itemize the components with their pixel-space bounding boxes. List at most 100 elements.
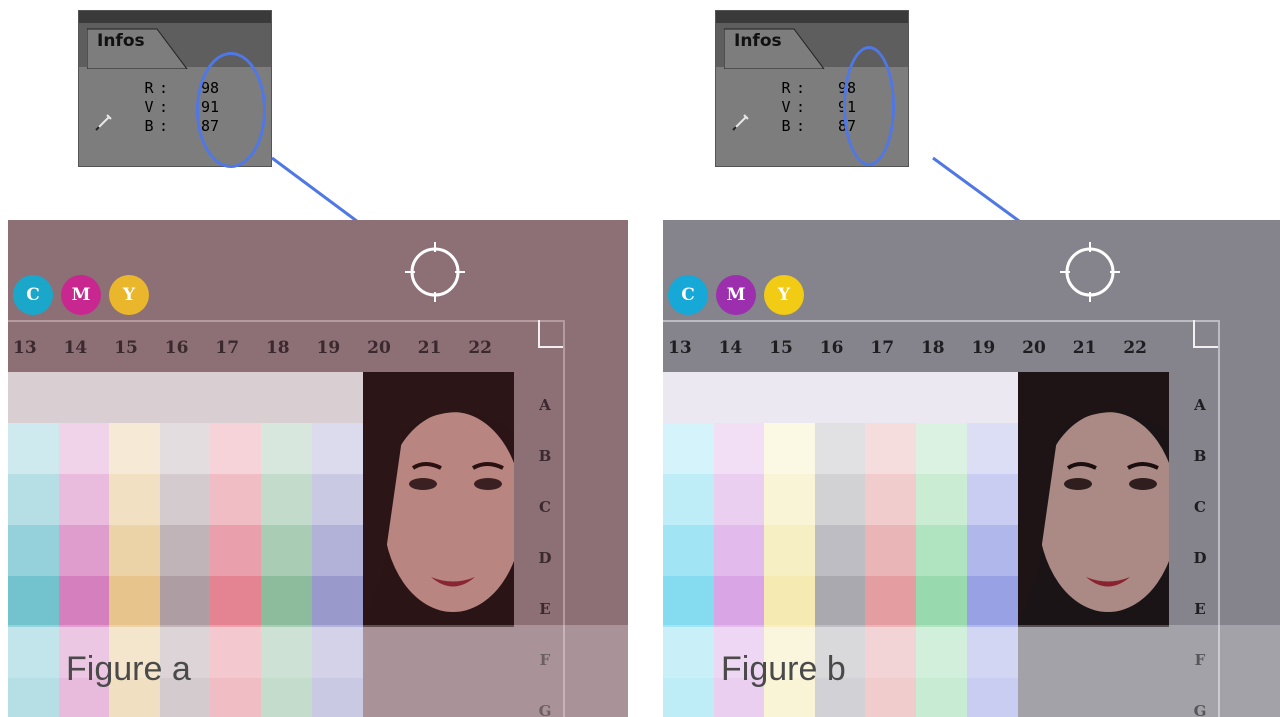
color-patch — [663, 474, 714, 525]
color-patch — [663, 372, 714, 423]
color-patch — [814, 576, 866, 627]
color-patch — [865, 423, 917, 474]
color-patch — [916, 576, 967, 627]
cmy-markers: C M Y — [13, 275, 149, 315]
color-patch — [210, 423, 262, 474]
color-patch — [663, 576, 714, 627]
chart-frame-top — [8, 320, 563, 322]
column-number: 19 — [316, 338, 341, 358]
color-patch — [916, 423, 967, 474]
row-letter: D — [1193, 549, 1207, 567]
color-patch — [764, 423, 816, 474]
cmy-markers: C M Y — [668, 275, 804, 315]
color-patch — [663, 525, 714, 576]
chart-frame-top — [663, 320, 1218, 322]
portrait-photo — [363, 372, 514, 627]
color-patch — [261, 423, 312, 474]
color-patch — [713, 525, 765, 576]
column-number: 21 — [417, 338, 442, 358]
color-patch — [311, 525, 363, 576]
column-number: 22 — [468, 338, 493, 358]
row-letter: C — [539, 498, 551, 516]
color-patch — [865, 474, 917, 525]
color-patch — [713, 372, 765, 423]
portrait-photo — [1018, 372, 1169, 627]
yellow-marker: Y — [764, 275, 804, 315]
color-patch — [159, 474, 211, 525]
figure-caption: Figure b — [721, 650, 846, 688]
color-patch — [764, 525, 816, 576]
column-number: 18 — [920, 338, 945, 358]
color-patch — [109, 525, 161, 576]
color-patch — [311, 423, 363, 474]
column-number: 22 — [1123, 338, 1148, 358]
column-numbers: 13 14 15 16 17 18 19 20 21 22 — [668, 338, 1174, 358]
color-patch — [210, 474, 262, 525]
color-patch — [966, 372, 1018, 423]
color-patch — [261, 576, 312, 627]
color-chart-photo: C M Y 13 14 15 16 17 18 19 20 21 22 A B … — [8, 220, 628, 717]
column-number: 13 — [13, 338, 37, 358]
crosshair-icon — [1060, 242, 1120, 302]
magenta-marker: M — [61, 275, 101, 315]
color-patch — [8, 474, 59, 525]
color-patch — [865, 525, 917, 576]
color-patch — [814, 423, 866, 474]
color-patch — [8, 423, 59, 474]
column-number: 17 — [215, 338, 240, 358]
row-letter: A — [539, 396, 551, 414]
color-patch — [966, 576, 1018, 627]
color-patch — [58, 372, 110, 423]
color-patch — [713, 474, 765, 525]
color-patch — [764, 474, 816, 525]
color-patch — [58, 576, 110, 627]
color-patch — [210, 372, 262, 423]
color-patch — [210, 576, 262, 627]
crosshair-icon — [405, 242, 465, 302]
color-patch — [966, 423, 1018, 474]
color-patch — [210, 525, 262, 576]
cyan-marker: C — [13, 275, 53, 315]
color-patch — [261, 525, 312, 576]
figure-panel-a: Infos R : 98 V : 91 B : 87 C M Y 13 14 1… — [0, 0, 640, 717]
color-patch — [109, 576, 161, 627]
color-patch — [8, 372, 59, 423]
column-number: 21 — [1072, 338, 1097, 358]
magenta-marker: M — [716, 275, 756, 315]
column-number: 20 — [367, 338, 391, 358]
color-patch — [311, 372, 363, 423]
row-letter: B — [1193, 447, 1207, 465]
column-number: 17 — [870, 338, 895, 358]
color-patch — [58, 423, 110, 474]
figure-caption: Figure a — [66, 650, 191, 688]
color-patch — [261, 372, 312, 423]
cyan-marker: C — [668, 275, 708, 315]
color-patch — [966, 525, 1018, 576]
color-patch — [814, 474, 866, 525]
column-number: 14 — [718, 338, 743, 358]
column-numbers: 13 14 15 16 17 18 19 20 21 22 — [13, 338, 519, 358]
column-number: 15 — [114, 338, 138, 358]
column-number: 19 — [971, 338, 996, 358]
color-patch — [109, 474, 161, 525]
color-patch — [311, 576, 363, 627]
column-number: 13 — [668, 338, 692, 358]
color-patch — [58, 474, 110, 525]
column-number: 16 — [164, 338, 189, 358]
color-patch — [311, 474, 363, 525]
color-patch — [865, 576, 917, 627]
corner-mark — [538, 320, 563, 348]
color-patch — [109, 423, 161, 474]
color-patch — [159, 423, 211, 474]
color-patch — [713, 576, 765, 627]
color-patch — [159, 372, 211, 423]
column-number: 14 — [63, 338, 88, 358]
row-letter: C — [1194, 498, 1206, 516]
color-patch — [713, 423, 765, 474]
color-patch — [764, 372, 816, 423]
color-patch — [159, 525, 211, 576]
color-patch — [764, 576, 816, 627]
color-patch — [261, 474, 312, 525]
color-patch — [109, 372, 161, 423]
column-number: 18 — [265, 338, 290, 358]
